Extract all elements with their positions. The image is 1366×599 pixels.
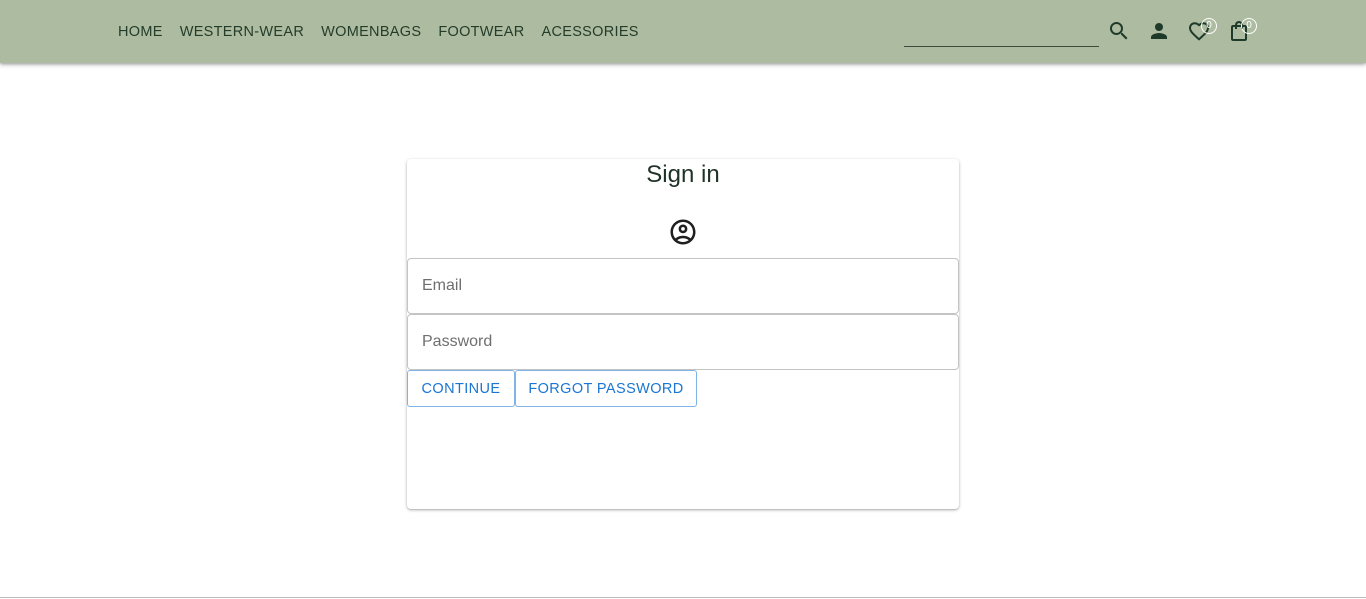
nav-link-womenbags[interactable]: WOMENBAGS: [321, 24, 421, 40]
nav-link-western-wear[interactable]: WESTERN-WEAR: [180, 24, 304, 40]
signin-card: Sign in CONTINUE FORGOT PASSWORD: [407, 159, 959, 509]
wishlist-count-badge: 0: [1201, 18, 1217, 34]
nav-link-footwear[interactable]: FOOTWEAR: [438, 24, 524, 40]
continue-button[interactable]: CONTINUE: [407, 370, 515, 407]
cart-count-badge: 0: [1241, 18, 1257, 34]
nav-link-home[interactable]: HOME: [118, 24, 163, 40]
account-circle-icon: [668, 217, 698, 247]
nav-links: HOME WESTERN-WEAR WOMENBAGS FOOTWEAR ACE…: [118, 0, 656, 63]
search-input[interactable]: [904, 14, 1099, 47]
person-icon[interactable]: [1147, 19, 1171, 43]
signin-title: Sign in: [646, 161, 720, 188]
email-field[interactable]: [407, 258, 959, 314]
forgot-password-button[interactable]: FORGOT PASSWORD: [515, 370, 697, 407]
password-field[interactable]: [407, 314, 959, 370]
search-icon[interactable]: [1107, 19, 1131, 43]
nav-link-accessories[interactable]: ACESSORIES: [542, 24, 639, 40]
heart-icon[interactable]: 0: [1187, 18, 1217, 43]
page-divider: [0, 597, 1366, 598]
top-navbar: HOME WESTERN-WEAR WOMENBAGS FOOTWEAR ACE…: [0, 0, 1366, 63]
shopping-bag-icon[interactable]: 0: [1227, 18, 1257, 43]
